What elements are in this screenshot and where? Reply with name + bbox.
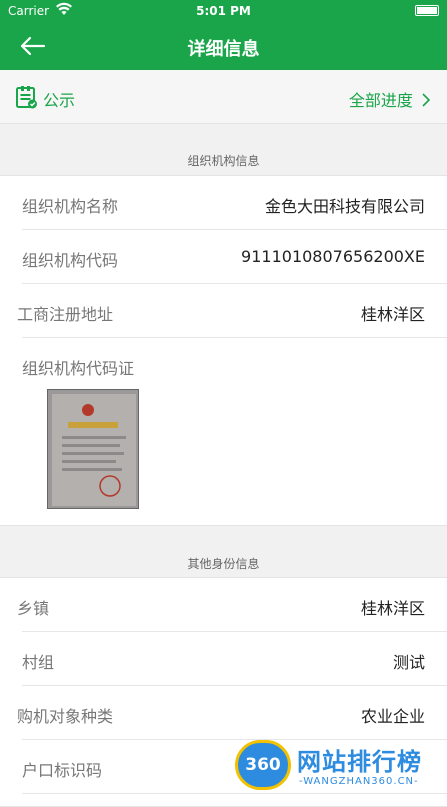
- watermark-text: 网站排行榜: [297, 748, 422, 776]
- watermark-logo: 360 网站排行榜 -WANGZHAN360.CN-: [235, 738, 445, 795]
- chevron-right-icon: [422, 93, 431, 107]
- row-label: 户口标识码: [22, 761, 103, 780]
- info-row-village: 村组 测试: [0, 632, 447, 686]
- notice-bar: 公示 全部进度: [0, 70, 447, 124]
- org-info-panel: 组织机构名称 金色大田科技有限公司 组织机构代码 911101080765620…: [0, 175, 447, 526]
- info-row-org-code: 组织机构代码 9111010807656200XE: [0, 230, 447, 284]
- row-value: 测试: [392, 653, 425, 672]
- battery-icon: [415, 5, 439, 16]
- row-label: 组织机构名称: [22, 197, 119, 216]
- row-label: 组织机构代码: [22, 251, 119, 270]
- section-header-org: 组织机构信息: [187, 154, 260, 168]
- row-label: 乡镇: [17, 599, 50, 618]
- all-progress-link[interactable]: 全部进度: [349, 87, 431, 111]
- status-bar: Carrier 5:01 PM: [0, 0, 447, 22]
- all-progress-label: 全部进度: [348, 91, 413, 110]
- row-label: 工商注册地址: [17, 305, 114, 324]
- watermark-subtext: -WANGZHAN360.CN-: [299, 776, 419, 787]
- page-title: 详细信息: [187, 39, 260, 60]
- row-label: 村组: [22, 653, 55, 672]
- watermark-badge: 360: [235, 740, 291, 790]
- info-row-buyer-type: 购机对象种类 农业企业: [0, 686, 447, 740]
- nav-bar: 详细信息: [0, 22, 447, 70]
- info-row-org-certificate: 组织机构代码证: [0, 338, 447, 392]
- row-label: 购机对象种类: [17, 707, 114, 726]
- row-value: 桂林洋区: [360, 305, 425, 324]
- row-value: 桂林洋区: [360, 599, 425, 618]
- info-row-org-name: 组织机构名称 金色大田科技有限公司: [0, 176, 447, 230]
- notice-label: 公示: [43, 91, 76, 110]
- clock: 5:01 PM: [196, 4, 251, 18]
- row-value: 9111010807656200XE: [241, 247, 425, 266]
- info-row-township: 乡镇 桂林洋区: [0, 578, 447, 632]
- document-icon: [16, 85, 38, 109]
- certificate-image[interactable]: [47, 389, 139, 509]
- row-value: 金色大田科技有限公司: [264, 197, 425, 216]
- row-label: 组织机构代码证: [22, 359, 135, 378]
- info-row-registered-address: 工商注册地址 桂林洋区: [0, 284, 447, 338]
- row-value: 农业企业: [360, 707, 425, 726]
- section-header-other: 其他身份信息: [187, 557, 260, 571]
